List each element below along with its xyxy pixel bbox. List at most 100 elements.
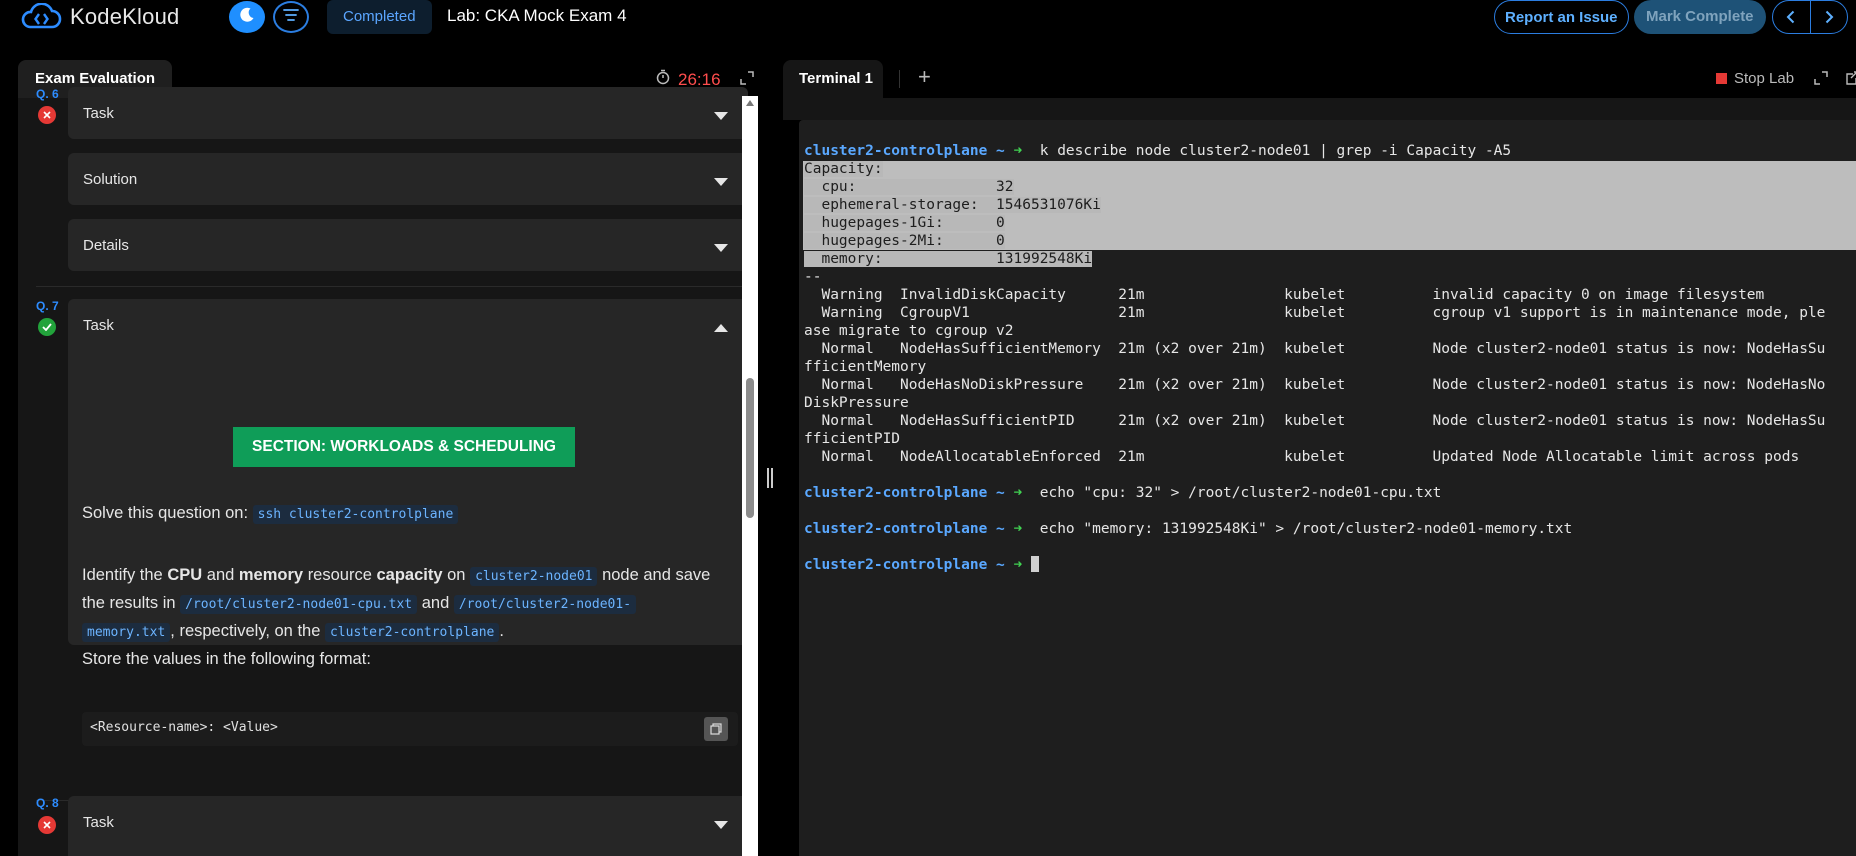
prompt-arrow: ➜ (1013, 521, 1023, 537)
text: and (206, 566, 235, 584)
accordion-title[interactable]: Task (83, 317, 114, 334)
output-line: Normal NodeHasSufficientMemory 21m (x2 o… (804, 341, 1826, 357)
text: resource (307, 566, 372, 584)
report-issue-button[interactable]: Report an Issue (1494, 0, 1629, 34)
moon-icon (238, 6, 256, 29)
tab-terminal-1[interactable]: Terminal 1 (783, 60, 883, 98)
theme-toggle-button[interactable] (229, 1, 265, 33)
caret-up-icon[interactable] (714, 319, 728, 337)
prompt-host: cluster2-controlplane ~ (804, 485, 1005, 501)
divider (36, 286, 758, 287)
text: Store the values in the following format… (82, 650, 371, 668)
q6-details-accordion[interactable]: Details (68, 219, 748, 271)
caret-down-icon (714, 107, 728, 125)
panel-resize-handle[interactable] (764, 468, 776, 490)
question-list-button[interactable] (273, 1, 309, 33)
command-line: k describe node cluster2-node01 | grep -… (1031, 143, 1512, 159)
question-number: Q. 7 (36, 299, 59, 313)
output-line: Warning CgroupV1 21m kubelet cgroup v1 s… (804, 305, 1826, 321)
solve-on-text: Solve this question on: ssh cluster2-con… (82, 500, 459, 528)
accordion-title: Task (83, 814, 114, 831)
stop-lab-button[interactable]: Stop Lab (1716, 70, 1794, 87)
command-line: echo "memory: 131992548Ki" > /root/clust… (1031, 521, 1573, 537)
copy-icon (710, 723, 722, 735)
solve-prefix: Solve this question on: (82, 504, 249, 522)
output-line: hugepages-2Mi: 0 (804, 233, 1005, 249)
q8-task-accordion[interactable]: Task (68, 796, 748, 856)
scroll-up-arrow-icon[interactable] (746, 100, 754, 106)
stop-lab-label: Stop Lab (1734, 70, 1795, 87)
incorrect-icon (38, 816, 56, 834)
output-line: fficientPID (804, 431, 901, 447)
output-line: cpu: 32 (804, 179, 1014, 195)
terminal-top-strip (783, 98, 1856, 120)
accordion-title: Task (83, 105, 114, 122)
output-line: Normal NodeHasNoDiskPressure 21m (x2 ove… (804, 377, 1826, 393)
chevron-right-icon (1825, 10, 1834, 24)
external-link-icon[interactable] (1845, 70, 1856, 91)
node-code: cluster2-node01 (470, 567, 598, 586)
text: and (421, 594, 450, 612)
controlplane-code: cluster2-controlplane (324, 623, 500, 642)
terminal-panel: Terminal 1 + Stop Lab cluster2-controlpl… (783, 60, 1856, 856)
cpu-file-code: /root/cluster2-node01-cpu.txt (180, 595, 418, 614)
brand-name: KodeKloud (70, 4, 180, 29)
stop-icon (1716, 73, 1727, 84)
mark-complete-button[interactable]: Mark Complete (1634, 0, 1766, 34)
caret-down-icon (714, 173, 728, 191)
chevron-left-icon (1786, 10, 1795, 24)
list-icon (283, 8, 299, 27)
text: Identify the (82, 566, 163, 584)
output-line: Capacity: (804, 161, 883, 177)
accordion-title: Solution (83, 171, 138, 188)
divider (899, 70, 900, 88)
kodekloud-logo-icon (20, 2, 62, 31)
question-body: Identify the CPU and memory resource cap… (82, 562, 742, 672)
status-badge: Completed (327, 0, 432, 34)
fullscreen-icon[interactable] (1814, 71, 1828, 90)
output-line: ase migrate to cgroup v2 (804, 323, 1014, 339)
next-button[interactable] (1811, 1, 1848, 33)
q6-task-accordion[interactable]: Task (68, 87, 748, 139)
output-line: Normal NodeHasSufficientPID 21m (x2 over… (804, 413, 1826, 429)
brand-logo[interactable]: KodeKloud (20, 2, 180, 31)
previous-button[interactable] (1773, 1, 1811, 33)
caret-down-icon (714, 816, 728, 834)
prompt-host: cluster2-controlplane ~ (804, 557, 1005, 573)
prompt-host: cluster2-controlplane ~ (804, 521, 1005, 537)
question-number: Q. 6 (36, 87, 59, 101)
text-bold: capacity (376, 566, 443, 584)
text: . (499, 622, 504, 640)
command-line: echo "cpu: 32" > /root/cluster2-node01-c… (1031, 485, 1442, 501)
accordion-title: Details (83, 237, 129, 254)
exam-evaluation-panel: Exam Evaluation 26:16 Q. 6 Task Solution… (18, 60, 758, 856)
prompt-arrow: ➜ (1013, 485, 1023, 501)
correct-icon (38, 318, 56, 336)
page-title: Lab: CKA Mock Exam 4 (447, 6, 627, 25)
output-line: fficientMemory (804, 359, 927, 375)
terminal-output: cluster2-controlplane ~ ➜ k describe nod… (804, 142, 1825, 574)
memory-file-code: memory.txt (82, 623, 171, 642)
ssh-command-code: ssh cluster2-controlplane (252, 505, 459, 524)
output-line: -- (804, 269, 822, 285)
output-line: memory: 131992548Ki (804, 251, 1093, 267)
text: the results in (82, 594, 176, 612)
output-line: Warning InvalidDiskCapacity 21m kubelet … (804, 287, 1765, 303)
question-number: Q. 8 (36, 796, 59, 810)
prompt-arrow: ➜ (1013, 143, 1023, 159)
format-text: <Resource-name>: <Value> (90, 720, 278, 735)
prompt-host: cluster2-controlplane ~ (804, 143, 1005, 159)
text-bold: CPU (167, 566, 203, 584)
output-line: Normal NodeAllocatableEnforced 21m kubel… (804, 449, 1800, 465)
copy-button[interactable] (704, 717, 728, 741)
q6-solution-accordion[interactable]: Solution (68, 153, 748, 205)
scrollbar-thumb[interactable] (746, 378, 754, 518)
output-line: ephemeral-storage: 1546531076Ki (804, 197, 1101, 213)
output-line: hugepages-1Gi: 0 (804, 215, 1005, 231)
question-nav (1772, 0, 1848, 34)
prompt-arrow: ➜ (1013, 557, 1023, 573)
text-bold: memory (238, 566, 304, 584)
text: , respectively, on the (170, 622, 321, 640)
add-terminal-button[interactable]: + (918, 64, 931, 90)
text: on (447, 566, 466, 584)
